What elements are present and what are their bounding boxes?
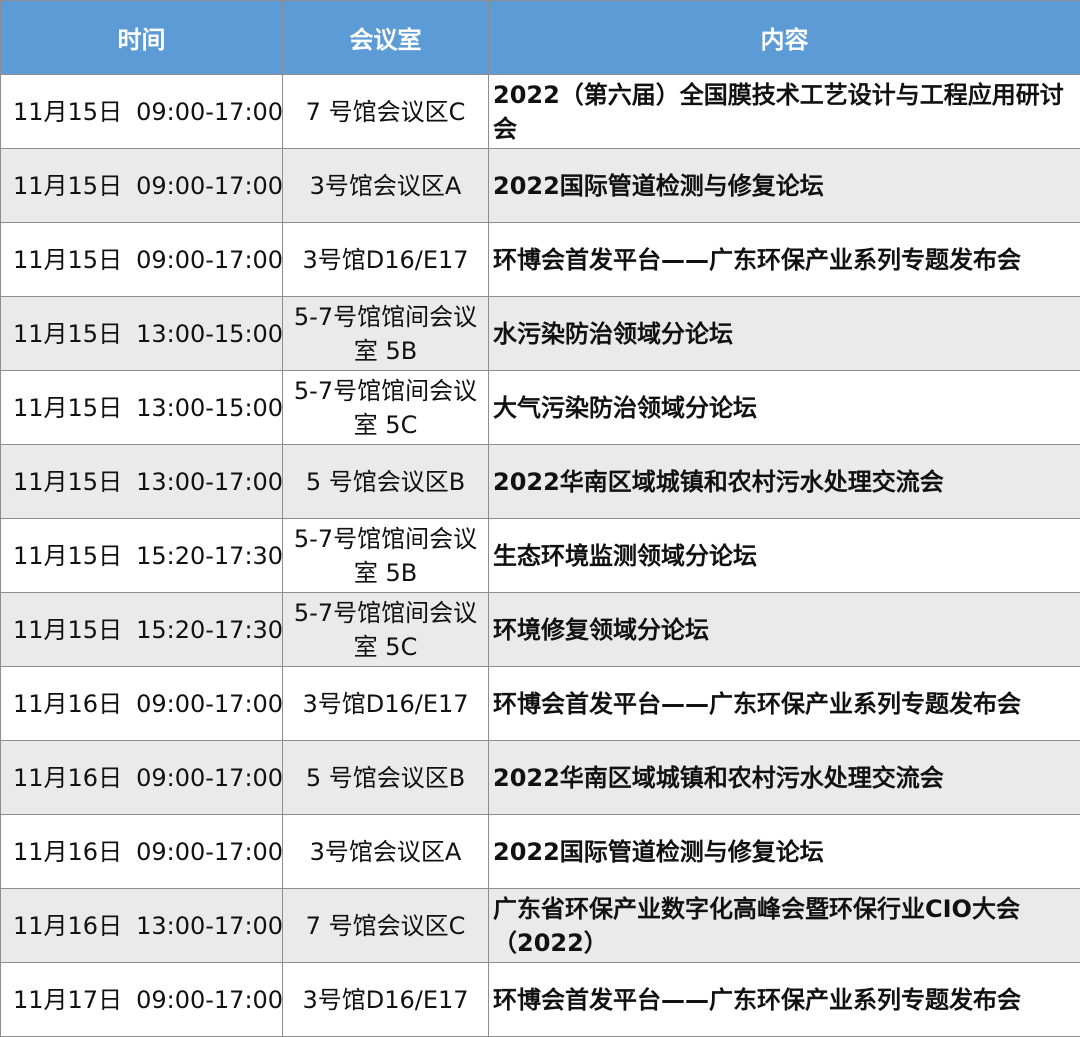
- content-cell: 2022华南区域城镇和农村污水处理交流会: [489, 741, 1080, 815]
- date-text: 11月15日: [13, 465, 122, 499]
- content-cell: 水污染防治领域分论坛: [489, 297, 1080, 371]
- time-range-text: 09:00-17:00: [136, 243, 282, 277]
- table-body: 11月15日 09:00-17:00 7 号馆会议区C 2022（第六届）全国膜技…: [1, 75, 1080, 1037]
- room-cell: 5-7号馆馆间会议室 5B: [283, 519, 489, 593]
- time-cell: 11月15日 13:00-17:00: [1, 445, 283, 519]
- content-cell: 环博会首发平台——广东环保产业系列专题发布会: [489, 667, 1080, 741]
- time-range-text: 15:20-17:30: [136, 539, 282, 573]
- time-range-text: 09:00-17:00: [136, 687, 282, 721]
- table-row: 11月16日 09:00-17:00 3号馆会议区A 2022国际管道检测与修复论…: [1, 815, 1080, 889]
- table-row: 11月15日 15:20-17:30 5-7号馆馆间会议室 5B 生态环境监测领域…: [1, 519, 1080, 593]
- content-cell: 大气污染防治领域分论坛: [489, 371, 1080, 445]
- time-cell: 11月15日 13:00-15:00: [1, 371, 283, 445]
- time-range-text: 09:00-17:00: [136, 983, 282, 1017]
- room-cell: 3号馆D16/E17: [283, 223, 489, 297]
- table-row: 11月15日 13:00-15:00 5-7号馆馆间会议室 5B 水污染防治领域分…: [1, 297, 1080, 371]
- date-text: 11月16日: [13, 909, 122, 943]
- date-text: 11月16日: [13, 687, 122, 721]
- content-cell: 生态环境监测领域分论坛: [489, 519, 1080, 593]
- time-range-text: 09:00-17:00: [136, 835, 282, 869]
- room-cell: 3号馆D16/E17: [283, 667, 489, 741]
- time-range-text: 09:00-17:00: [136, 95, 282, 129]
- header-time: 时间: [1, 1, 283, 75]
- date-text: 11月16日: [13, 761, 122, 795]
- time-cell: 11月16日 09:00-17:00: [1, 741, 283, 815]
- time-range-text: 13:00-15:00: [136, 317, 282, 351]
- time-cell: 11月15日 13:00-15:00: [1, 297, 283, 371]
- room-cell: 3号馆D16/E17: [283, 963, 489, 1037]
- room-cell: 5-7号馆馆间会议室 5B: [283, 297, 489, 371]
- content-cell: 环境修复领域分论坛: [489, 593, 1080, 667]
- date-text: 11月15日: [13, 539, 122, 573]
- table-row: 11月16日 09:00-17:00 5 号馆会议区B 2022华南区域城镇和农村…: [1, 741, 1080, 815]
- time-cell: 11月15日 15:20-17:30: [1, 519, 283, 593]
- date-text: 11月17日: [13, 983, 122, 1017]
- header-room: 会议室: [283, 1, 489, 75]
- time-cell: 11月17日 09:00-17:00: [1, 963, 283, 1037]
- table-row: 11月15日 09:00-17:00 7 号馆会议区C 2022（第六届）全国膜技…: [1, 75, 1080, 149]
- content-cell: 2022（第六届）全国膜技术工艺设计与工程应用研讨会: [489, 75, 1080, 149]
- room-cell: 5-7号馆馆间会议室 5C: [283, 371, 489, 445]
- table-header: 时间 会议室 内容: [1, 1, 1080, 75]
- time-range-text: 09:00-17:00: [136, 761, 282, 795]
- content-cell: 广东省环保产业数字化高峰会暨环保行业CIO大会（2022）: [489, 889, 1080, 963]
- table-row: 11月15日 13:00-15:00 5-7号馆馆间会议室 5C 大气污染防治领域…: [1, 371, 1080, 445]
- table-row: 11月16日 13:00-17:00 7 号馆会议区C 广东省环保产业数字化高峰会…: [1, 889, 1080, 963]
- content-cell: 2022国际管道检测与修复论坛: [489, 149, 1080, 223]
- time-cell: 11月15日 09:00-17:00: [1, 223, 283, 297]
- room-cell: 7 号馆会议区C: [283, 75, 489, 149]
- table-row: 11月15日 09:00-17:00 3号馆D16/E17 环博会首发平台——广东…: [1, 223, 1080, 297]
- table-row: 11月17日 09:00-17:00 3号馆D16/E17 环博会首发平台——广东…: [1, 963, 1080, 1037]
- time-range-text: 13:00-15:00: [136, 391, 282, 425]
- room-cell: 5 号馆会议区B: [283, 741, 489, 815]
- header-row: 时间 会议室 内容: [1, 1, 1080, 75]
- date-text: 11月15日: [13, 391, 122, 425]
- time-cell: 11月15日 09:00-17:00: [1, 75, 283, 149]
- table-row: 11月15日 13:00-17:00 5 号馆会议区B 2022华南区域城镇和农村…: [1, 445, 1080, 519]
- date-text: 11月15日: [13, 613, 122, 647]
- time-range-text: 13:00-17:00: [136, 465, 282, 499]
- time-range-text: 15:20-17:30: [136, 613, 282, 647]
- time-cell: 11月16日 09:00-17:00: [1, 815, 283, 889]
- table-row: 11月16日 09:00-17:00 3号馆D16/E17 环博会首发平台——广东…: [1, 667, 1080, 741]
- room-cell: 3号馆会议区A: [283, 815, 489, 889]
- time-range-text: 09:00-17:00: [136, 169, 282, 203]
- date-text: 11月15日: [13, 317, 122, 351]
- schedule-table: 时间 会议室 内容 11月15日 09:00-17:00 7 号馆会议区C 202…: [0, 0, 1080, 1037]
- content-cell: 2022国际管道检测与修复论坛: [489, 815, 1080, 889]
- time-cell: 11月15日 15:20-17:30: [1, 593, 283, 667]
- time-cell: 11月15日 09:00-17:00: [1, 149, 283, 223]
- time-range-text: 13:00-17:00: [136, 909, 282, 943]
- date-text: 11月16日: [13, 835, 122, 869]
- time-cell: 11月16日 09:00-17:00: [1, 667, 283, 741]
- room-cell: 3号馆会议区A: [283, 149, 489, 223]
- header-content: 内容: [489, 1, 1080, 75]
- date-text: 11月15日: [13, 95, 122, 129]
- room-cell: 7 号馆会议区C: [283, 889, 489, 963]
- date-text: 11月15日: [13, 243, 122, 277]
- content-cell: 环博会首发平台——广东环保产业系列专题发布会: [489, 963, 1080, 1037]
- date-text: 11月15日: [13, 169, 122, 203]
- table-row: 11月15日 15:20-17:30 5-7号馆馆间会议室 5C 环境修复领域分论…: [1, 593, 1080, 667]
- table-row: 11月15日 09:00-17:00 3号馆会议区A 2022国际管道检测与修复论…: [1, 149, 1080, 223]
- time-cell: 11月16日 13:00-17:00: [1, 889, 283, 963]
- content-cell: 环博会首发平台——广东环保产业系列专题发布会: [489, 223, 1080, 297]
- room-cell: 5 号馆会议区B: [283, 445, 489, 519]
- content-cell: 2022华南区域城镇和农村污水处理交流会: [489, 445, 1080, 519]
- room-cell: 5-7号馆馆间会议室 5C: [283, 593, 489, 667]
